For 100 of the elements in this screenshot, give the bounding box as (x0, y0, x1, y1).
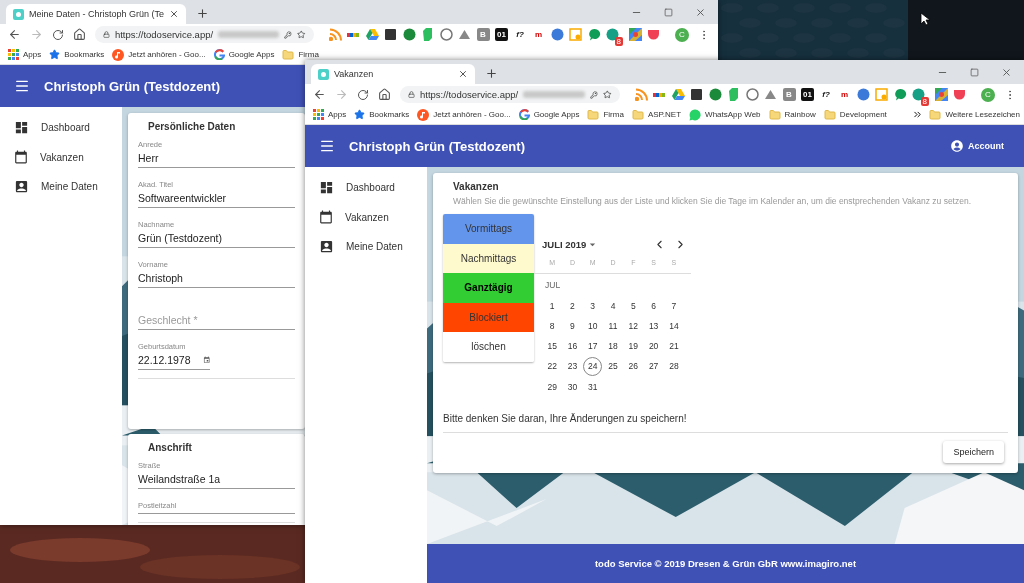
rss-icon[interactable] (634, 88, 648, 101)
back-icon[interactable] (8, 28, 21, 41)
bookmark[interactable]: Rainbow (768, 108, 816, 121)
bookmark[interactable]: Development (823, 108, 887, 121)
address-bar[interactable]: https://todoservice.app/ (95, 26, 314, 43)
bookmark[interactable]: Jetzt anhören - Goo... (112, 48, 206, 61)
chat-icon[interactable] (587, 28, 601, 41)
leaf-icon[interactable] (421, 28, 434, 41)
calendar-day[interactable]: 3 (583, 296, 603, 315)
bookmark[interactable]: Apps (8, 49, 42, 60)
calendar-day[interactable]: 14 (664, 316, 684, 336)
nav-item[interactable]: Meine Daten (0, 172, 122, 202)
calendar-day[interactable]: 30 (562, 377, 582, 397)
calendar-icon[interactable] (202, 355, 210, 365)
option-item[interactable]: löschen (443, 332, 534, 362)
calendar-day[interactable]: 4 (603, 296, 623, 315)
bookmark[interactable]: Weitere Lesezeichen (929, 108, 1020, 121)
extension-button[interactable]: B (476, 28, 490, 41)
globe-icon[interactable] (550, 28, 564, 41)
option-item[interactable]: Vormittags (443, 214, 534, 244)
nav-item[interactable]: Meine Daten (305, 232, 427, 262)
option-item[interactable]: Nachmittags (443, 243, 534, 273)
nav-item[interactable]: Dashboard (305, 173, 427, 203)
close-tab-icon[interactable] (458, 69, 468, 79)
close-icon[interactable] (1001, 66, 1012, 78)
calendar-day[interactable]: 11 (603, 316, 623, 336)
bookmark-star-icon[interactable] (297, 29, 306, 40)
calendar-day[interactable]: 25 (603, 356, 623, 376)
maximize-icon[interactable] (970, 67, 979, 77)
bookmark[interactable]: Firma (282, 48, 319, 61)
circle-icon[interactable] (745, 88, 759, 101)
reload-icon[interactable] (52, 28, 64, 41)
circle-icon[interactable] (439, 28, 453, 41)
bookmark[interactable]: Jetzt anhören - Goo... (417, 108, 511, 121)
extension-button[interactable]: B (782, 88, 796, 101)
calendar-day[interactable]: 31 (583, 377, 603, 397)
calendar-day[interactable]: 16 (562, 336, 582, 356)
nav-item[interactable]: Vakanzen (305, 202, 427, 232)
chat-icon[interactable] (893, 88, 907, 101)
calendar-day[interactable]: 17 (583, 336, 603, 356)
calendar-day[interactable]: 21 (664, 336, 684, 356)
extension-button[interactable]: f? (513, 28, 527, 41)
calendar-day[interactable]: 7 (664, 296, 684, 315)
extension-button[interactable]: 01 (495, 28, 508, 41)
extension-button[interactable]: m (532, 28, 545, 41)
more-bookmarks-icon[interactable] (912, 109, 924, 120)
square-icon[interactable] (384, 28, 397, 41)
extension-button[interactable]: 01 (801, 88, 814, 101)
bookmark[interactable]: Firma (587, 108, 624, 121)
bookmark[interactable]: WhatsApp Web (689, 108, 761, 121)
calendar-day[interactable]: 6 (644, 296, 664, 315)
calendar-day[interactable]: 5 (623, 296, 643, 315)
option-item[interactable]: Ganztägig (443, 273, 534, 303)
calendar-day[interactable]: 8 (542, 316, 562, 336)
new-tab-icon[interactable] (485, 67, 498, 80)
calendar-day[interactable]: 28 (664, 356, 684, 376)
calendar-day[interactable]: 15 (542, 336, 562, 356)
address-bar[interactable]: https://todoservice.app/ (400, 86, 620, 103)
rss-icon[interactable] (328, 28, 342, 41)
calendar-day[interactable]: 22 (542, 356, 562, 376)
calendar-day[interactable]: 2 (562, 296, 582, 315)
key-icon[interactable] (284, 29, 293, 40)
cloud-icon[interactable] (764, 88, 777, 101)
menu-icon[interactable] (319, 138, 335, 154)
map-icon[interactable] (628, 28, 642, 41)
browser-tab[interactable]: Vakanzen (311, 64, 475, 84)
bookmark[interactable]: Bookmarks (49, 49, 105, 60)
globe-icon[interactable] (856, 88, 870, 101)
nav-item[interactable]: Dashboard (0, 113, 122, 143)
calendar-day[interactable]: 26 (623, 356, 643, 376)
square-icon[interactable] (690, 88, 703, 101)
account-button[interactable]: Account (944, 138, 1010, 154)
bookmark-star-icon[interactable] (602, 89, 612, 100)
save-button[interactable]: Speichern (943, 441, 1004, 464)
bookmark[interactable]: Google Apps (518, 109, 580, 120)
calendar-day[interactable]: 19 (623, 336, 643, 356)
circle-icon[interactable] (402, 28, 416, 41)
calendar-day[interactable]: 1 (542, 296, 562, 315)
map-icon[interactable] (934, 88, 948, 101)
calendar-day[interactable]: 10 (583, 316, 603, 336)
back-icon[interactable] (313, 88, 326, 101)
maximize-icon[interactable] (664, 7, 673, 17)
circle-icon[interactable] (708, 88, 722, 101)
home-icon[interactable] (73, 28, 86, 41)
calendar-day[interactable]: 29 (542, 377, 562, 397)
extension-button[interactable]: m (838, 88, 851, 101)
calendar-day[interactable]: 18 (603, 336, 623, 356)
triangle-icon[interactable] (671, 88, 685, 101)
cloud-icon[interactable] (458, 28, 471, 41)
browser-tab[interactable]: Meine Daten - Christoph Grün (Te (6, 4, 187, 24)
calendar-day[interactable]: 12 (623, 316, 643, 336)
leaf-icon[interactable] (727, 88, 740, 101)
calendar-day[interactable]: 13 (644, 316, 664, 336)
pocket-icon[interactable] (953, 88, 966, 101)
nav-item[interactable]: Vakanzen (0, 142, 122, 172)
bookmark[interactable]: Bookmarks (354, 109, 410, 120)
bookmark[interactable]: ASP.NET (631, 108, 682, 121)
extension-button[interactable]: f? (819, 88, 833, 101)
calendar-day[interactable]: 27 (644, 356, 664, 376)
month-select[interactable]: JULI 2019 (542, 238, 600, 251)
